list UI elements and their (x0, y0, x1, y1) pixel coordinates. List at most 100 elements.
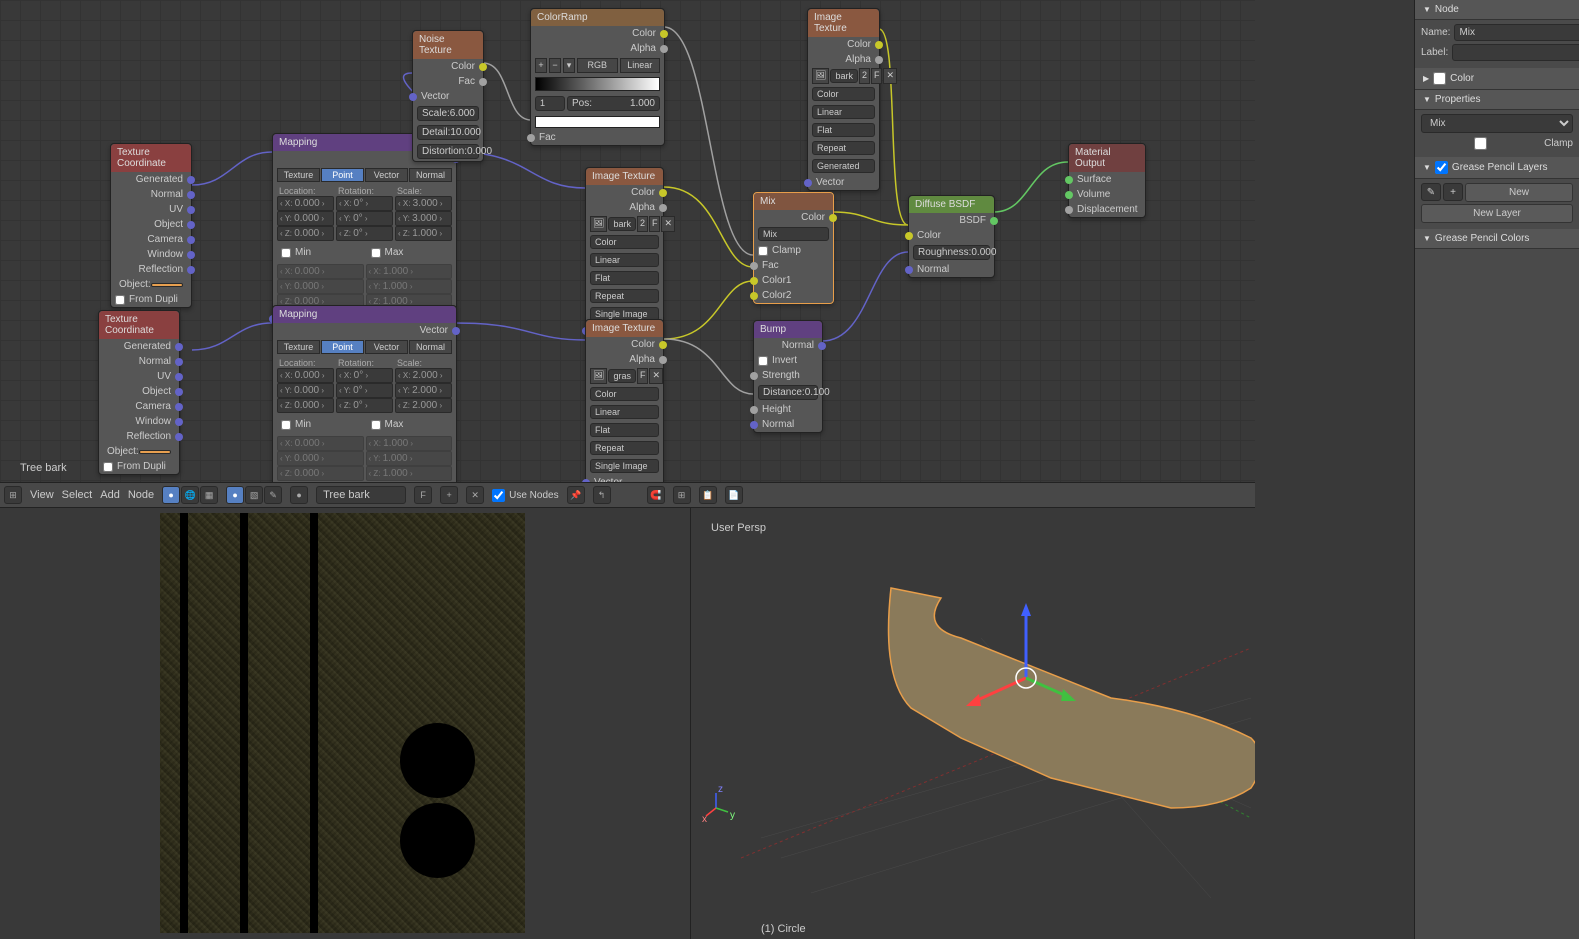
image-users[interactable]: 2 (859, 68, 870, 84)
unlink-icon[interactable]: ✕ (661, 216, 675, 232)
uv-image-editor[interactable] (0, 508, 690, 939)
menu-select[interactable]: Select (62, 489, 93, 501)
noise-scale[interactable]: Scale:6.000 (417, 106, 479, 121)
node-panel-header[interactable]: ▼Node (1415, 0, 1579, 20)
ramp-mode[interactable]: RGB (577, 58, 618, 73)
rot-z[interactable]: ‹ Z: 0° › (336, 226, 393, 241)
ramp-gradient[interactable] (535, 77, 660, 91)
3d-viewport[interactable]: User Persp z x y (1) Circle (690, 508, 1255, 939)
new-gp-btn[interactable]: New (1465, 183, 1573, 202)
from-dupli-check[interactable]: From Dupli (111, 292, 191, 307)
use-nodes-check[interactable]: Use Nodes (492, 489, 558, 502)
loc-z[interactable]: ‹ Z: 0.000 › (277, 226, 334, 241)
shader-type-line-icon[interactable]: ▦ (200, 486, 218, 504)
node-mapping-2[interactable]: Mapping Vector Texture Point Vector Norm… (272, 305, 457, 499)
editor-type-icon[interactable]: ⊞ (4, 486, 22, 504)
shader-type-object-icon[interactable]: ● (162, 486, 180, 504)
bump-distance[interactable]: Distance:0.100 (758, 385, 818, 400)
node-noise-texture[interactable]: Noise Texture Color Fac Vector Scale:6.0… (412, 30, 484, 162)
unlink-icon[interactable]: ✕ (649, 368, 663, 384)
invert-check[interactable]: Invert (754, 353, 822, 368)
tree-type-shader-icon[interactable]: ● (226, 486, 244, 504)
node-editor[interactable]: Texture Coordinate Generated Normal UV O… (0, 0, 1255, 482)
node-colorramp[interactable]: ColorRamp Color Alpha + − ▾ RGB Linear 1… (530, 8, 665, 146)
shader-type-world-icon[interactable]: 🌐 (181, 486, 199, 504)
object-picker[interactable]: Object: (111, 277, 191, 292)
min-check[interactable]: Min (277, 245, 363, 260)
object-picker[interactable]: Object: (99, 444, 179, 459)
tree-type-texture-icon[interactable]: ✎ (264, 486, 282, 504)
scale-y[interactable]: ‹ Y: 3.000 › (395, 211, 452, 226)
node-bump[interactable]: Bump Normal Invert Strength Distance:0.1… (753, 320, 823, 433)
loc-x[interactable]: ‹ X: 0.000 › (277, 196, 334, 211)
tab-vector[interactable]: Vector (365, 168, 408, 182)
noise-distortion[interactable]: Distortion:0.000 (417, 144, 479, 159)
material-browse-icon[interactable]: ● (290, 486, 308, 504)
gp-layers-panel-header[interactable]: ▼Grease Pencil Layers (1415, 157, 1579, 179)
ramp-menu[interactable]: ▾ (563, 58, 575, 73)
unlink-material-icon[interactable]: ✕ (466, 486, 484, 504)
scale-z[interactable]: ‹ Z: 1.000 › (395, 226, 452, 241)
rot-x[interactable]: ‹ X: 0° › (336, 196, 393, 211)
pencil-icon[interactable]: ✎ (1421, 183, 1441, 201)
add-icon[interactable]: + (1443, 183, 1463, 201)
node-material-output[interactable]: Material Output Surface Volume Displacem… (1068, 143, 1146, 218)
node-mapping-1[interactable]: Mapping Vector Texture Point Vector Norm… (272, 133, 457, 327)
tab-normal[interactable]: Normal (409, 168, 452, 182)
go-parent-icon[interactable]: ↰ (593, 486, 611, 504)
snap-type-icon[interactable]: ⊞ (673, 486, 691, 504)
tab-point[interactable]: Point (321, 168, 364, 182)
node-image-texture-2[interactable]: Image Texture Color Alpha 🖼 gras F ✕ Col… (585, 319, 664, 491)
new-layer-btn[interactable]: New Layer (1421, 204, 1573, 223)
stop-pos[interactable]: Pos:1.000 (567, 96, 660, 111)
tree-type-compositor-icon[interactable]: ▧ (245, 486, 263, 504)
node-texture-coordinate-2[interactable]: Texture Coordinate Generated Normal UV O… (98, 310, 180, 475)
material-name-field[interactable] (316, 486, 406, 504)
diffuse-roughness[interactable]: Roughness:0.000 (913, 245, 990, 260)
node-label-field[interactable] (1452, 44, 1579, 61)
noise-detail[interactable]: Detail:10.000 (417, 125, 479, 140)
tab-texture[interactable]: Texture (277, 168, 320, 182)
ramp-interp[interactable]: Linear (620, 58, 661, 73)
max-check[interactable]: Max (367, 245, 453, 260)
node-image-texture-top[interactable]: Image Texture Color Alpha 🖼 bark 2 F ✕ C… (807, 8, 880, 191)
image-browse-icon[interactable]: 🖼 (812, 68, 829, 84)
clamp-checkbox[interactable] (1421, 137, 1540, 150)
node-name-field[interactable] (1454, 24, 1579, 41)
pin-icon[interactable]: 📌 (567, 486, 585, 504)
node-image-texture-1[interactable]: Image Texture Color Alpha 🖼 bark 2 F ✕ C… (585, 167, 664, 339)
paste-nodes-icon[interactable]: 📄 (725, 486, 743, 504)
add-stop[interactable]: + (535, 58, 547, 73)
fake-user-btn[interactable]: F (414, 486, 432, 504)
image-name[interactable]: bark (608, 217, 636, 231)
scale-x[interactable]: ‹ X: 3.000 › (395, 196, 452, 211)
properties-panel-header[interactable]: ▼Properties (1415, 90, 1579, 110)
loc-y[interactable]: ‹ Y: 0.000 › (277, 211, 334, 226)
image-users[interactable]: 2 (637, 216, 648, 232)
menu-view[interactable]: View (30, 489, 54, 501)
rot-y[interactable]: ‹ Y: 0° › (336, 211, 393, 226)
fake-user[interactable]: F (871, 68, 883, 84)
gp-colors-panel-header[interactable]: ▼Grease Pencil Colors (1415, 229, 1579, 249)
image-browse-icon[interactable]: 🖼 (590, 216, 607, 232)
mapping-tabs[interactable]: Texture Point Vector Normal (273, 338, 456, 356)
color-panel-header[interactable]: ▶Color (1415, 68, 1579, 90)
snap-icon[interactable]: 🧲 (647, 486, 665, 504)
stop-index[interactable]: 1 (535, 96, 565, 111)
menu-node[interactable]: Node (128, 489, 154, 501)
menu-add[interactable]: Add (100, 489, 120, 501)
blend-mode[interactable]: Mix (758, 227, 829, 241)
from-dupli-check[interactable]: From Dupli (99, 459, 179, 474)
image-name[interactable]: bark (830, 69, 858, 83)
node-mix[interactable]: Mix Color Mix Clamp Fac Color1 Color2 (753, 192, 834, 304)
unlink-icon[interactable]: ✕ (883, 68, 897, 84)
mapping-tabs[interactable]: Texture Point Vector Normal (273, 166, 456, 184)
image-browse-icon[interactable]: 🖼 (590, 368, 607, 384)
blend-mode-select[interactable]: Mix (1421, 114, 1573, 133)
fake-user[interactable]: F (637, 368, 649, 384)
stop-color[interactable] (535, 116, 660, 128)
clamp-check[interactable]: Clamp (754, 243, 833, 258)
add-material-icon[interactable]: + (440, 486, 458, 504)
image-name[interactable]: gras (608, 369, 636, 383)
remove-stop[interactable]: − (549, 58, 561, 73)
